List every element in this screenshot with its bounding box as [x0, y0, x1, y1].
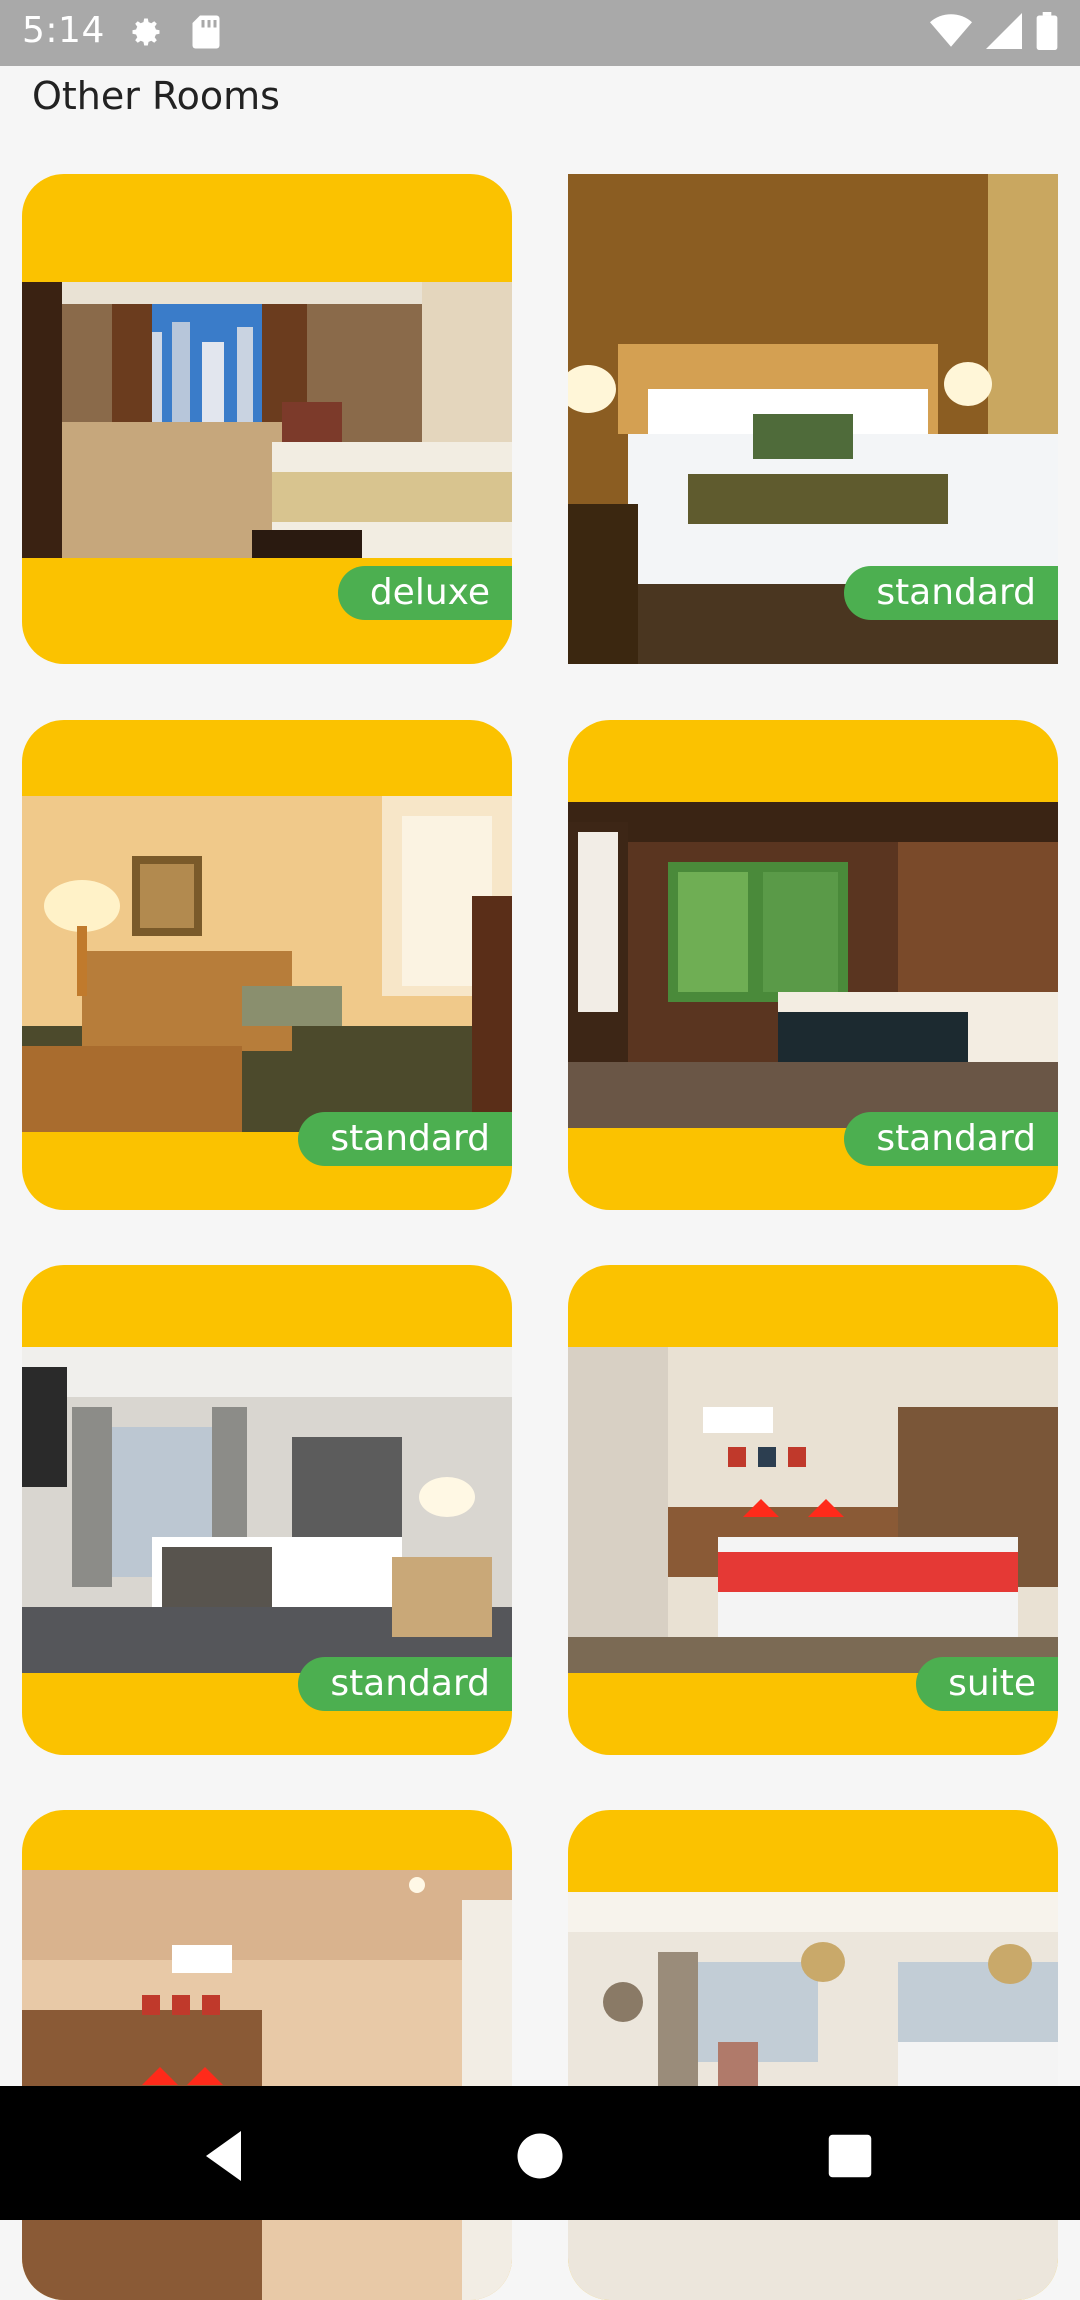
room-type-badge: suite: [916, 1657, 1058, 1711]
room-card-6[interactable]: suite: [568, 1265, 1058, 1755]
back-icon[interactable]: [196, 2126, 256, 2186]
room-photo: [568, 802, 1058, 1128]
room-photo: [568, 1347, 1058, 1673]
room-type-badge: standard: [298, 1112, 512, 1166]
room-photo: [22, 796, 512, 1132]
room-type-badge: standard: [298, 1657, 512, 1711]
recents-icon[interactable]: [820, 2126, 880, 2186]
wifi-icon: [930, 13, 972, 53]
room-card-2[interactable]: standard: [568, 174, 1058, 664]
room-photo: [22, 1870, 512, 2300]
sd-card-icon: [190, 14, 222, 54]
room-card-8[interactable]: [568, 1810, 1058, 2300]
home-icon[interactable]: [510, 2126, 570, 2186]
room-card-4[interactable]: standard: [568, 720, 1058, 1210]
room-photo: [22, 1347, 512, 1673]
room-type-badge: standard: [844, 566, 1058, 620]
room-photo: [22, 282, 512, 558]
room-card-3[interactable]: standard: [22, 720, 512, 1210]
room-card-7[interactable]: [22, 1810, 512, 2300]
battery-icon: [1036, 12, 1058, 54]
room-type-badge: standard: [844, 1112, 1058, 1166]
room-card-1[interactable]: deluxe: [22, 174, 512, 664]
room-type-badge: deluxe: [337, 566, 512, 620]
gear-icon: [128, 14, 164, 54]
signal-icon: [986, 13, 1022, 53]
status-time: 5:14: [22, 10, 105, 51]
page-title: Other Rooms: [32, 74, 280, 118]
room-card-5[interactable]: standard: [22, 1265, 512, 1755]
status-bar: 5:14: [0, 0, 1080, 66]
navigation-bar: [0, 2086, 1080, 2220]
